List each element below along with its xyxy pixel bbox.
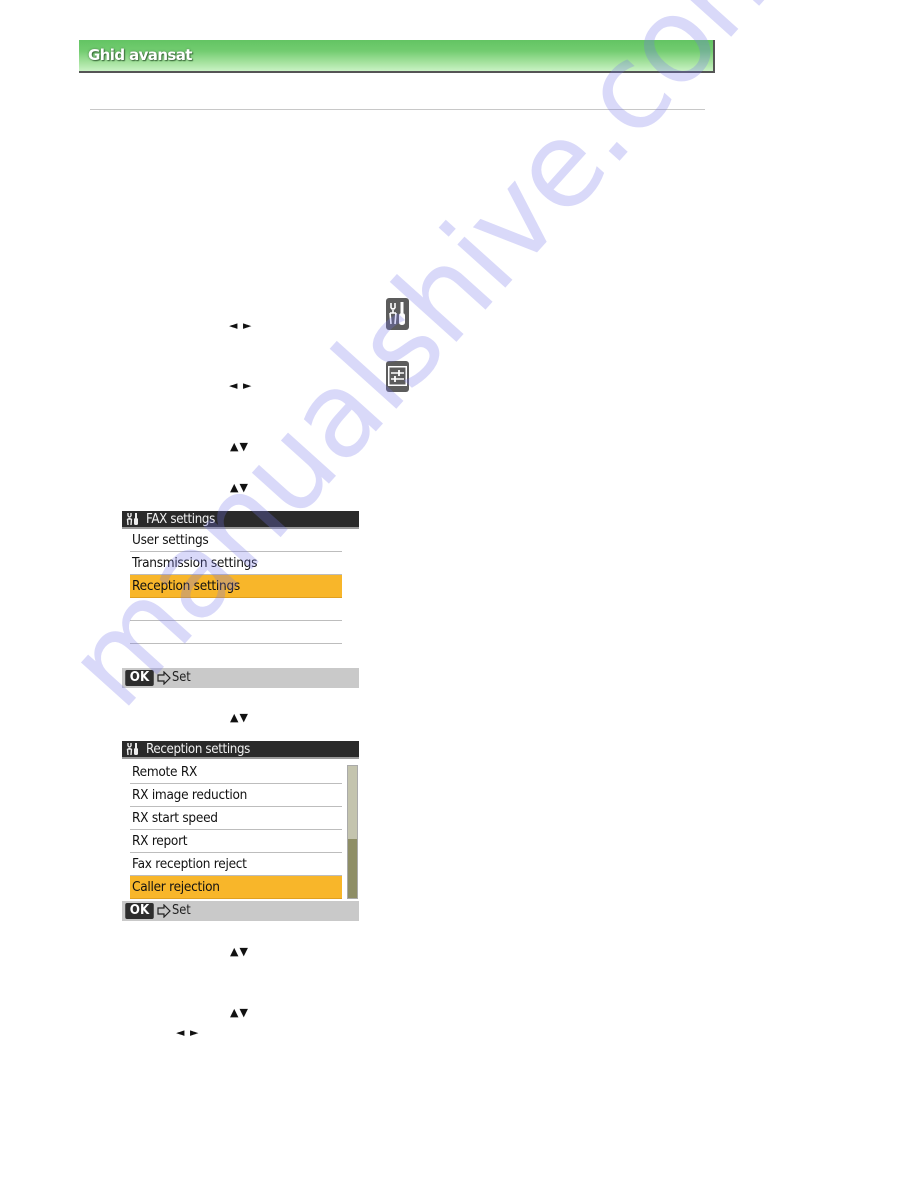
tools-icon (126, 743, 138, 756)
up-down-arrows-icon: ▲▼ (230, 711, 249, 724)
header-divider (90, 109, 705, 110)
lcd-menu-item-remote-rx[interactable]: Remote RX (130, 761, 342, 784)
lcd-menu-item-rx-image-reduction[interactable]: RX image reduction (130, 784, 342, 807)
ok-button-label: OK (125, 903, 154, 919)
lcd-menu-item-fax-reception-reject[interactable]: Fax reception reject (130, 853, 342, 876)
lcd-title-bar: FAX settings (122, 511, 359, 529)
lcd-title: FAX settings (146, 511, 215, 527)
left-right-arrows-icon: ◄ ► (176, 1026, 200, 1039)
lcd-fax-settings-screen: FAX settings User settings Transmission … (122, 511, 359, 689)
tools-icon (386, 298, 409, 330)
lcd-menu-item-rx-report[interactable]: RX report (130, 830, 342, 853)
lcd-menu-item-user-settings[interactable]: User settings (130, 529, 342, 552)
up-down-arrows-icon: ▲▼ (230, 440, 249, 453)
scrollbar-thumb[interactable] (348, 839, 357, 898)
up-down-arrows-icon: ▲▼ (230, 945, 249, 958)
lcd-menu-item-reception-settings[interactable]: Reception settings (130, 575, 342, 598)
set-action-label: Set (172, 903, 191, 918)
lcd-footer: OK Set (122, 668, 359, 688)
up-down-arrows-icon: ▲▼ (230, 1006, 249, 1019)
lcd-menu-item-empty (130, 598, 342, 621)
lcd-footer: OK Set (122, 901, 359, 921)
lcd-reception-settings-screen: Reception settings Remote RX RX image re… (122, 741, 359, 921)
sliders-icon (386, 361, 409, 392)
page-title: Ghid avansat (88, 46, 192, 64)
lcd-menu-item-transmission-settings[interactable]: Transmission settings (130, 552, 342, 575)
scrollbar[interactable] (347, 765, 358, 899)
arrow-right-outline-icon (157, 671, 171, 685)
lcd-menu-item-rx-start-speed[interactable]: RX start speed (130, 807, 342, 830)
set-action-label: Set (172, 670, 191, 685)
lcd-menu-item-empty (130, 621, 342, 644)
lcd-title: Reception settings (146, 741, 250, 757)
page-header-bar: Ghid avansat (79, 40, 715, 73)
up-down-arrows-icon: ▲▼ (230, 481, 249, 494)
lcd-menu-item-caller-rejection[interactable]: Caller rejection (130, 876, 342, 899)
tools-icon (126, 513, 138, 526)
lcd-title-bar: Reception settings (122, 741, 359, 759)
left-right-arrows-icon: ◄ ► (229, 379, 253, 392)
arrow-right-outline-icon (157, 904, 171, 918)
left-right-arrows-icon: ◄ ► (229, 319, 253, 332)
ok-button-label: OK (125, 670, 154, 686)
